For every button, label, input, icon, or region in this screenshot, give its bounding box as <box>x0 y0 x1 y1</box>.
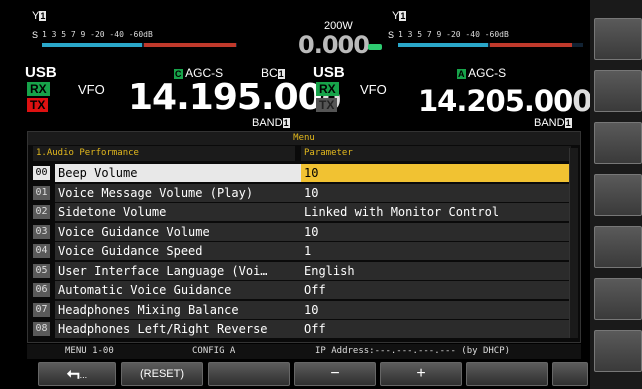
left-antenna-indicator: Y1 <box>32 10 47 22</box>
right-frequency: 14.205.000 <box>418 84 592 118</box>
menu-category-header: 1.Audio Performance <box>33 146 295 161</box>
right-antenna-indicator: Y1 <box>392 10 407 22</box>
side-key-2[interactable] <box>594 70 642 112</box>
side-key-5[interactable] <box>594 226 642 268</box>
left-mode: USB <box>25 64 57 81</box>
menu-item-value[interactable]: 10 <box>301 300 571 319</box>
menu-item-name: Voice Guidance Speed <box>55 242 305 260</box>
menu-item-number: 01 <box>33 185 50 200</box>
menu-row[interactable]: 04 Voice Guidance Speed 1 <box>33 242 573 260</box>
menu-parameter-header: Parameter <box>301 146 571 161</box>
agc-icon: A <box>457 69 466 79</box>
softkey-3[interactable] <box>208 362 290 386</box>
menu-row[interactable]: 01 Voice Message Volume (Play) 10 <box>33 183 573 202</box>
menu-item-value[interactable]: Linked with Monitor Control <box>301 203 571 221</box>
menu-item-name: User Interface Language (Voi… <box>55 261 305 280</box>
menu-title: Menu <box>28 132 580 145</box>
menu-row[interactable]: 03 Voice Guidance Volume 10 <box>33 222 573 241</box>
menu-item-value[interactable]: 10 <box>301 222 571 241</box>
left-tx-badge: TX <box>27 98 49 112</box>
menu-row[interactable]: 06 Automatic Voice Guidance Off <box>33 281 573 299</box>
status-config: CONFIG A <box>192 346 236 356</box>
menu-item-name: Sidetone Volume <box>55 203 305 221</box>
s-meter-level <box>398 43 488 47</box>
menu-row[interactable]: 08 Headphones Left/Right Reverse Off <box>33 320 573 338</box>
menu-item-name: Voice Message Volume (Play) <box>55 183 305 202</box>
status-bar: MENU 1-00 CONFIG A IP Address:---.---.--… <box>27 344 581 359</box>
menu-item-number: 06 <box>33 283 50 297</box>
side-key-6[interactable] <box>594 278 642 320</box>
s-meter-scale: 1 3 5 7 9 -20 -40 -60dB <box>42 30 153 39</box>
right-mode: USB <box>313 64 345 81</box>
antenna-icon: Y <box>392 10 400 22</box>
plus-button[interactable]: + <box>380 362 462 386</box>
menu-item-value[interactable]: 10 <box>301 183 571 202</box>
right-vfo-label: VFO <box>360 82 387 97</box>
menu-item-value[interactable]: 1 <box>301 242 571 260</box>
menu-item-number: 00 <box>33 166 50 180</box>
left-rx-badge: RX <box>27 82 50 96</box>
menu-item-name: Headphones Left/Right Reverse <box>55 320 305 338</box>
antenna-icon: Y <box>32 10 40 22</box>
menu-item-value[interactable]: Off <box>301 320 571 338</box>
right-s-meter: S 1 3 5 7 9 -20 -40 -60dB <box>388 30 588 54</box>
left-frequency: 14.195.000 <box>128 77 341 118</box>
status-ip-address: IP Address:---.---.---.--- (by DHCP) <box>315 346 511 356</box>
s-meter-level <box>42 43 142 47</box>
s-meter-scale: 1 3 5 7 9 -20 -40 -60dB <box>398 30 509 39</box>
menu-row[interactable]: 05 User Interface Language (Voi… English <box>33 261 573 280</box>
menu-item-number: 05 <box>33 263 50 278</box>
right-band: BAND1 <box>534 117 572 129</box>
menu-item-number: 03 <box>33 224 50 239</box>
menu-item-name: Automatic Voice Guidance <box>55 281 305 299</box>
menu-item-name: Beep Volume <box>55 164 305 182</box>
menu-item-number: 07 <box>33 302 50 317</box>
menu-item-name: Headphones Mixing Balance <box>55 300 305 319</box>
menu-item-name: Voice Guidance Volume <box>55 222 305 241</box>
side-key-1[interactable] <box>594 18 642 60</box>
left-vfo-label: VFO <box>78 82 105 97</box>
right-rx-badge: RX <box>316 82 339 96</box>
s-meter-s-label: S <box>32 30 39 40</box>
side-key-3[interactable] <box>594 122 642 164</box>
side-softkeys <box>590 0 642 389</box>
menu-item-value[interactable]: Off <box>301 281 571 299</box>
menu-row[interactable]: 00 Beep Volume 10 <box>33 164 573 182</box>
split-indicator <box>368 44 382 50</box>
softkey-7[interactable] <box>552 362 588 386</box>
left-s-meter: S 1 3 5 7 9 -20 -40 -60dB <box>32 30 237 54</box>
minus-button[interactable]: − <box>294 362 376 386</box>
menu-item-number: 04 <box>33 244 50 258</box>
menu-item-number: 08 <box>33 322 50 336</box>
return-arrow-icon: ⮢ <box>66 365 80 382</box>
menu-row[interactable]: 07 Headphones Mixing Balance 10 <box>33 300 573 319</box>
menu-row[interactable]: 02 Sidetone Volume Linked with Monitor Con… <box>33 203 573 221</box>
side-key-4[interactable] <box>594 174 642 216</box>
side-key-7[interactable] <box>594 330 642 372</box>
menu-item-number: 02 <box>33 205 50 219</box>
menu-item-value[interactable]: 10 <box>301 164 571 182</box>
left-band: BAND1 <box>252 117 290 129</box>
menu-item-value[interactable]: English <box>301 261 571 280</box>
reset-button[interactable]: (RESET) <box>121 362 203 386</box>
center-digits: 0.000 <box>298 31 370 59</box>
s-meter-s-label: S <box>388 30 395 40</box>
right-tx-badge: TX <box>316 98 338 112</box>
menu-panel: Menu 1.Audio Performance Parameter 00 Bee… <box>27 131 581 343</box>
right-agc: A AGC-S <box>457 66 507 80</box>
menu-scrollbar[interactable] <box>569 148 578 338</box>
radio-display: Y1 S 1 3 5 7 9 -20 -40 -60dB USB RX TX V… <box>0 0 642 389</box>
back-button[interactable]: ⮢... <box>38 362 116 386</box>
softkey-6[interactable] <box>466 362 548 386</box>
status-menu-number: MENU 1-00 <box>65 346 114 356</box>
